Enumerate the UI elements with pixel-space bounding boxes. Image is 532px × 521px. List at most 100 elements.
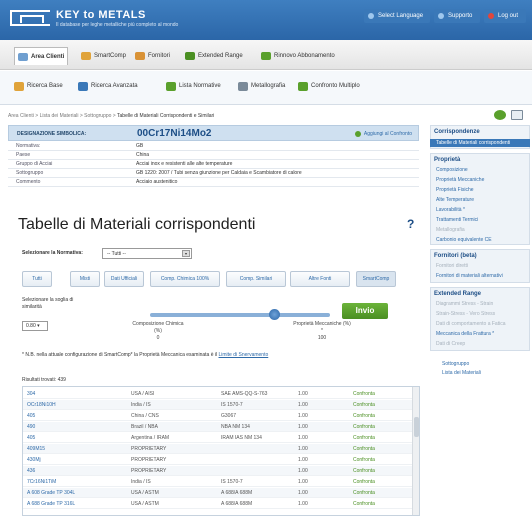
tab-rinnovo[interactable]: Rinnovo Abbonamento [258,47,335,65]
filter-tab-altre-fonti[interactable]: Altre Fonti [290,271,350,287]
compare-link[interactable]: Confronta [353,424,375,430]
compare-link[interactable]: Confronta [353,479,375,485]
material-name[interactable]: 405 [27,413,35,419]
logout-button[interactable]: Log out [484,9,526,23]
filter-tab-misti[interactable]: Misti [70,271,100,287]
normativa-select[interactable]: -- Tutti -- ▾ [102,248,192,259]
ricerca-avanzata-link[interactable]: Ricerca Avanzata [78,82,138,91]
search-icon [14,82,24,91]
filter-tab-comp-chimica[interactable]: Comp. Chimica 100% [150,271,220,287]
back-list-link[interactable]: Lista dei Materiali [434,370,481,376]
sidebar-item-property: Metallografia [436,227,465,233]
sidebar-item-property[interactable]: Alte Temperature [430,196,530,204]
sidebar-item-property[interactable]: Lavorabilità * [430,206,530,214]
filter-tab-smartcomp[interactable]: SmartComp [356,271,396,287]
microscope-icon [238,82,248,91]
sidebar-item-tabelle[interactable]: Tabelle di Materiali corrispondenti [430,139,530,147]
material-name[interactable]: 409M15 [27,446,45,452]
yield-strength-link[interactable]: Limite di Snervamento [219,352,269,358]
sidebar-item-extended: Dati di Creep [436,341,466,347]
material-name[interactable]: A 688 Grade TP 316L [27,501,75,507]
material-name[interactable]: 436 [27,468,35,474]
ricerca-base-link[interactable]: Ricerca Base [14,82,63,91]
lista-normative-link[interactable]: Lista Normative [166,82,221,91]
list-icon [166,82,176,91]
metallografia-link[interactable]: Metallografia [238,82,285,91]
navigation-icon[interactable] [494,110,506,120]
filter-tab-tutti[interactable]: Tutti [22,271,52,287]
norm-name: A 688/A 688M [221,490,253,496]
filter-tab-comp-similari[interactable]: Comp. Similari [226,271,286,287]
similarity-score: 1.00 [298,479,308,485]
compare-link[interactable]: Confronta [353,501,375,507]
compare-link[interactable]: Confronta [353,391,375,397]
table-row: 405 Argentina / IRAM IRAM IAS NM 134 1.00 Co… [23,433,413,443]
tab-smartcomp[interactable]: SmartComp [78,47,126,65]
compare-link[interactable]: Confronta [353,435,375,441]
properties-value: 100 [317,335,327,341]
compare-link[interactable]: Confronta [353,468,375,474]
sidebar-item-property[interactable]: Composizione [430,166,530,174]
material-name[interactable]: OCr18Ni10H [27,402,56,408]
help-icon[interactable]: ? [407,217,414,231]
tab-area-clienti[interactable]: Area Clienti [14,47,68,65]
sidebar-item-property[interactable]: Carbonio equivalente CE [430,236,530,244]
table-row: 409M15 PROPRIETARY 1.00 Confronta [23,444,413,454]
material-name[interactable]: 430Mj [27,457,41,463]
results-scrollbar[interactable] [412,387,419,515]
globe-icon [368,13,374,19]
table-row: A 608 Grade TP 304L USA / ASTM A 688/A 688… [23,488,413,498]
smartcomp-note: * N.B. nella attuale configurazione di S… [22,352,269,358]
add-compare-link[interactable]: Aggiungi al Confronto [354,131,412,137]
compare-link[interactable]: Confronta [353,402,375,408]
breadcrumb-item[interactable]: Lista dei Materiali [40,113,79,119]
sidebar-item-property[interactable]: Proprietà Meccaniche [430,176,530,184]
results-table: 304 USA / AISI SAE AMS-QQ-S-763 1.00 Confron… [22,386,420,516]
invio-button[interactable]: Invio [342,303,388,319]
smartcomp-icon [81,52,91,60]
material-name[interactable]: A 608 Grade TP 304L [27,490,75,496]
sidebar-item-property[interactable]: Trattamenti Termici [430,216,530,224]
renew-icon [261,52,271,60]
compare-link[interactable]: Confronta [353,446,375,452]
logo-title: KEY to METALS [56,9,146,21]
compare-link[interactable]: Confronta [353,490,375,496]
similarity-slider-handle[interactable] [269,309,281,320]
similarity-slider-track[interactable] [150,313,330,317]
properties-label: Proprietà Meccaniche (%) * 100 [293,321,351,341]
sidebar-correspondence-title: Corrispondenze [434,129,480,135]
similarity-score: 1.00 [298,402,308,408]
chart-icon [185,52,195,60]
chevron-down-icon: ▾ [182,250,190,257]
scroll-thumb[interactable] [414,417,419,437]
compare-link[interactable]: Confronta [353,413,375,419]
home-icon [18,53,28,61]
breadcrumb-item[interactable]: Area Clienti [8,113,34,119]
print-icon[interactable] [511,110,523,120]
confronto-multiplo-link[interactable]: Confronto Multiplo [298,82,360,91]
material-name[interactable]: 405 [27,435,35,441]
results-count: Risultati trovati: 439 [22,377,66,383]
material-name[interactable]: 7Cr16Ni1TiM [27,479,56,485]
material-designation-row: DESIGNAZIONE SIMBOLICA: 00Cr17Ni14Mo2 Ag… [8,125,419,141]
tab-extended-range[interactable]: Extended Range [182,47,243,65]
country-standard: PROPRIETARY [131,446,167,452]
norm-name: NBA NM 134 [221,424,250,430]
breadcrumb-item[interactable]: Sottogruppo [84,113,111,119]
tab-fornitori[interactable]: Fornitori [132,47,170,65]
support-button[interactable]: Supporto [434,9,480,23]
filter-tab-dati-ufficiali[interactable]: Dati Ufficiali [104,271,144,287]
sidebar-item-extended[interactable]: Meccanica della Frattura * [430,330,530,338]
material-name[interactable]: 490 [27,424,35,430]
material-name[interactable]: 304 [27,391,35,397]
sidebar-item-property[interactable]: Proprietà Fisiche [430,186,530,194]
country-standard: India / IS [131,402,151,408]
similarity-select[interactable]: 0.80 ▾ [22,321,48,331]
norm-name: IRAM IAS NM 134 [221,435,262,441]
sidebar-item-fornitori-alternativi[interactable]: Fornitori di materiali alternativi [430,272,530,280]
supplier-icon [135,52,145,60]
compare-link[interactable]: Confronta [353,457,375,463]
select-language-button[interactable]: Select Language [364,9,430,23]
country-standard: USA / ASTM [131,501,159,507]
back-subgroup-link[interactable]: Sottogruppo [434,361,469,367]
